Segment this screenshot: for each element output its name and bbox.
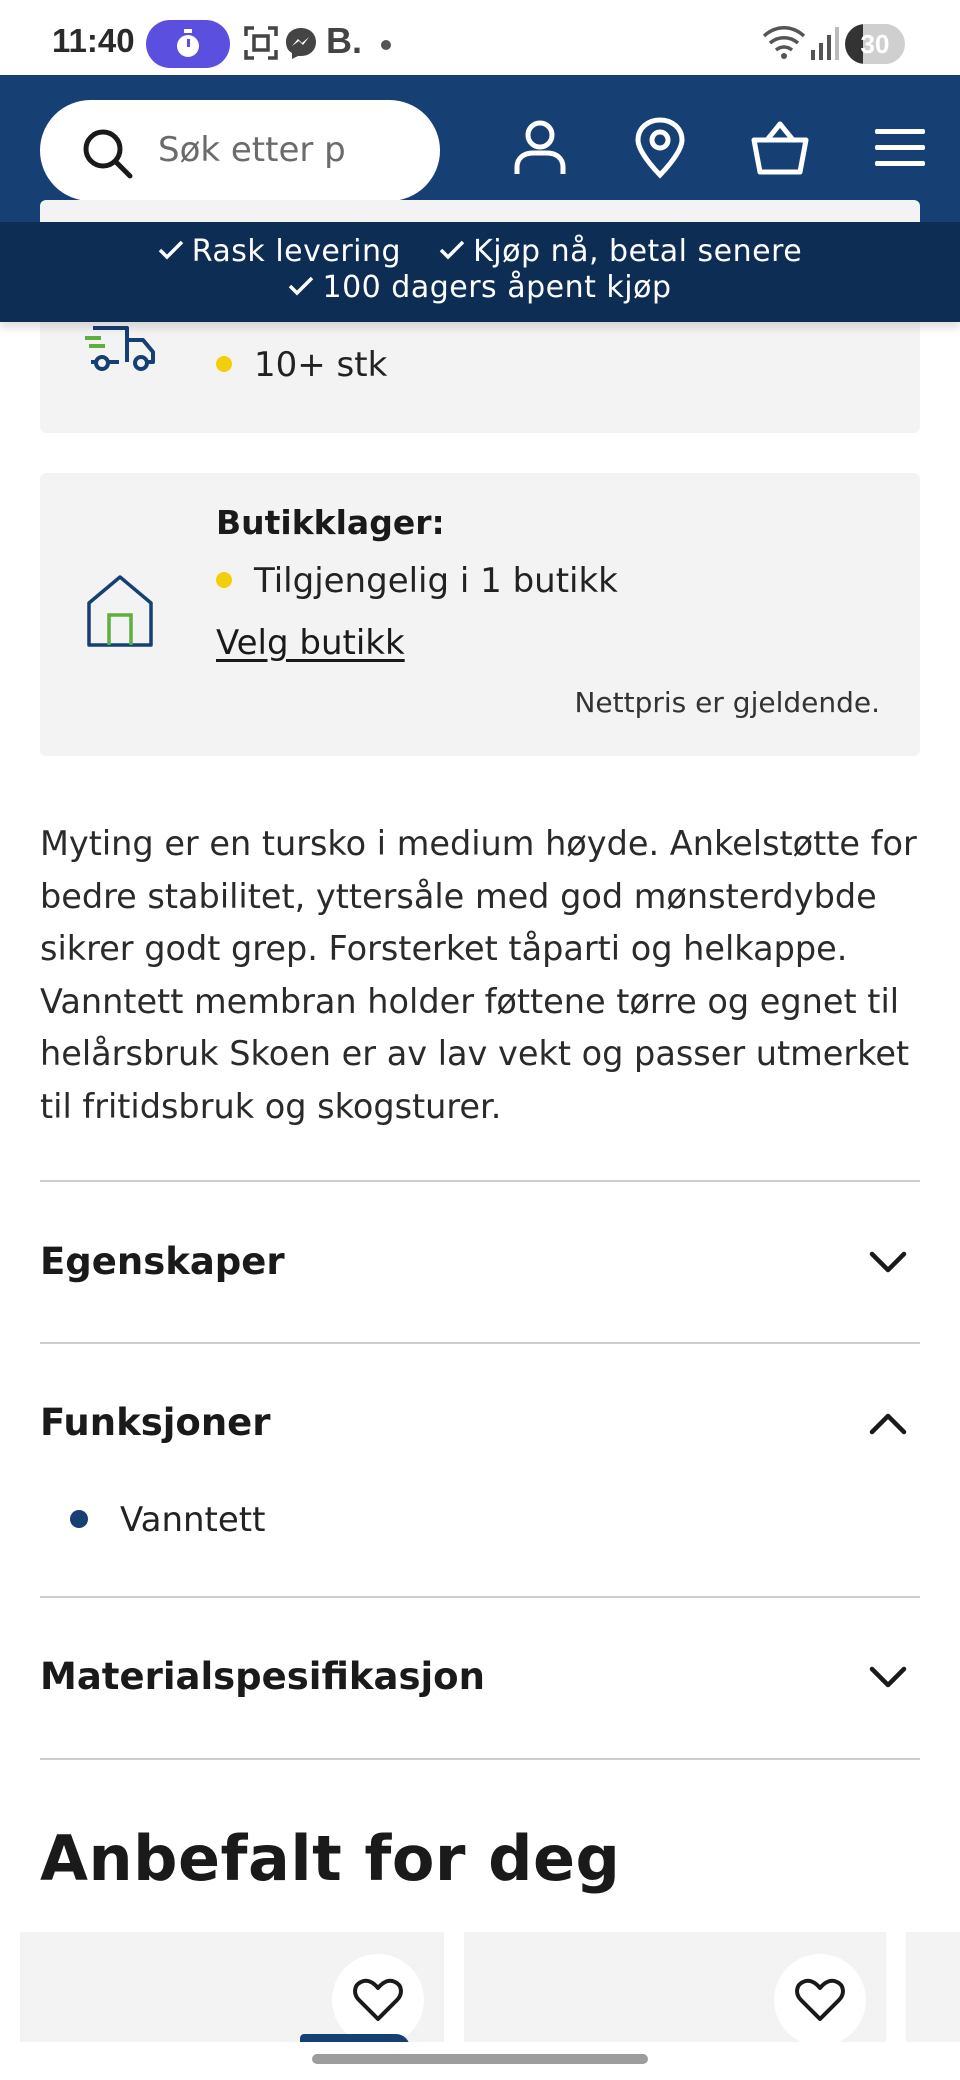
battery-indicator: 30 <box>845 24 905 64</box>
product-description: Myting er en tursko i medium høyde. Anke… <box>40 824 917 1126</box>
messenger-icon <box>286 28 316 59</box>
product-card[interactable] <box>464 1932 886 2046</box>
timer-pill <box>146 20 230 68</box>
accordion-title-functions[interactable]: Funksjoner <box>40 1401 271 1444</box>
stopwatch-icon <box>177 29 199 57</box>
more-notifications-dot <box>381 40 391 50</box>
store-availability: Tilgjengelig i 1 butikk <box>216 561 618 601</box>
accordion-title-properties[interactable]: Egenskaper <box>40 1240 285 1283</box>
usp-open-purchase: 100 dagers åpent kjøp <box>288 270 671 305</box>
accordion-title-materials[interactable]: Materialspesifikasjon <box>40 1655 485 1698</box>
usp-text: Kjøp nå, betal senere <box>473 234 803 269</box>
search-box[interactable] <box>40 100 440 201</box>
product-card[interactable] <box>906 1932 960 2042</box>
battery-level: 30 <box>860 29 890 59</box>
stock-quantity-text: 10+ stk <box>254 345 388 385</box>
recommendations-title: Anbefalt for deg <box>40 1822 621 1895</box>
chevron-down-icon[interactable] <box>868 1248 908 1276</box>
search-icon[interactable] <box>82 128 134 180</box>
screenshot-icon <box>244 26 278 60</box>
store-stock-title: Butikklager: <box>216 503 445 542</box>
usp-text: Rask levering <box>191 234 402 269</box>
usp-text: 100 dagers åpent kjøp <box>322 270 672 305</box>
heart-icon[interactable] <box>795 1978 845 2022</box>
usp-fast-delivery: Rask levering <box>158 234 401 269</box>
store-locator-button[interactable] <box>628 113 692 183</box>
stock-status-dot <box>216 571 232 588</box>
usp-bar: Rask levering Kjøp nå, betal senere 100 … <box>0 222 960 322</box>
checkmark-icon <box>439 240 465 260</box>
checkmark-icon <box>158 240 183 260</box>
store-house-icon <box>87 575 153 647</box>
store-availability-text: Tilgjengelig i 1 butikk <box>254 561 618 601</box>
menu-icon[interactable] <box>873 126 927 170</box>
account-icon[interactable] <box>514 120 566 176</box>
checkmark-icon <box>289 276 314 296</box>
status-time: 11:40 <box>52 22 135 59</box>
favorite-button[interactable] <box>774 1954 866 2046</box>
divider <box>40 1596 920 1598</box>
notification-letter: B. <box>326 20 362 61</box>
function-item-text: Vanntett <box>120 1500 266 1540</box>
divider <box>40 1758 920 1760</box>
location-pin-icon[interactable] <box>634 117 686 179</box>
menu-button[interactable] <box>868 113 932 183</box>
list-item: Vanntett <box>70 1500 265 1540</box>
basket-icon[interactable] <box>751 120 809 176</box>
divider <box>40 1342 920 1344</box>
wifi-icon <box>762 26 806 59</box>
usp-pay-later: Kjøp nå, betal senere <box>439 234 802 269</box>
price-note: Nettpris er gjeldende. <box>574 686 880 719</box>
basket-button[interactable] <box>748 113 812 183</box>
account-button[interactable] <box>508 113 572 183</box>
store-stock-card: Butikklager: Tilgjengelig i 1 butikk Vel… <box>40 473 920 756</box>
chevron-up-icon[interactable] <box>868 1410 908 1438</box>
heart-icon[interactable] <box>353 1978 403 2022</box>
search-input[interactable] <box>158 124 388 176</box>
signal-icon <box>811 27 839 60</box>
home-indicator[interactable] <box>312 2054 648 2064</box>
product-card[interactable] <box>20 1932 444 2046</box>
stock-status-dot <box>216 355 232 372</box>
favorite-button[interactable] <box>332 1954 424 2046</box>
bullet-dot <box>70 1509 88 1528</box>
choose-store-link[interactable]: Velg butikk <box>216 623 405 663</box>
chevron-down-icon[interactable] <box>868 1663 908 1691</box>
divider <box>40 1180 920 1182</box>
online-stock-quantity: 10+ stk <box>216 345 387 385</box>
status-bar: 11:40 B. 30 <box>0 0 960 75</box>
